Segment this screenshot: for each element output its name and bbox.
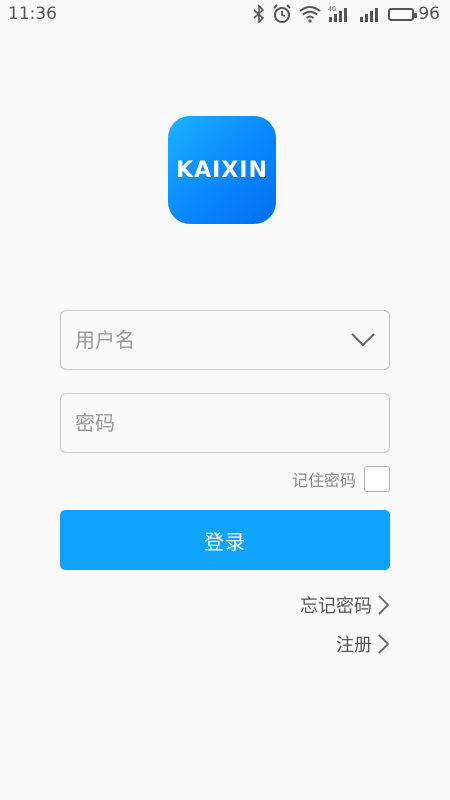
remember-password-label: 记住密码 xyxy=(291,471,356,490)
battery-level: 96 xyxy=(418,4,440,24)
remember-password-checkbox[interactable] xyxy=(364,466,390,492)
alarm-icon xyxy=(272,4,292,24)
chevron-right-icon xyxy=(378,595,390,615)
battery-indicator: 96 xyxy=(388,4,440,24)
app-logo: KAIXIN xyxy=(168,116,276,224)
forgot-password-link[interactable]: 忘记密码 xyxy=(300,590,390,620)
signal-4g-icon: 4G xyxy=(328,5,352,23)
register-link[interactable]: 注册 xyxy=(336,629,390,659)
password-field[interactable] xyxy=(60,393,390,453)
chevron-down-icon[interactable] xyxy=(351,333,375,347)
login-screen: 11:36 4G 96 KAIXIN 用户名 记住密码 登录 忘记密码 注册 xyxy=(0,0,450,800)
register-label: 注册 xyxy=(336,635,372,656)
status-bar: 11:36 4G 96 xyxy=(0,0,450,28)
signal-icon xyxy=(359,5,381,23)
wifi-icon xyxy=(299,5,321,23)
status-time: 11:36 xyxy=(8,4,57,24)
username-input[interactable] xyxy=(75,328,343,352)
battery-icon xyxy=(388,7,418,21)
password-input[interactable] xyxy=(75,411,375,435)
app-logo-text: KAIXIN xyxy=(176,157,268,183)
remember-password-row: 记住密码 xyxy=(60,464,390,494)
status-icons: 4G 96 xyxy=(253,4,440,24)
chevron-right-icon xyxy=(378,634,390,654)
bluetooth-icon xyxy=(253,5,265,23)
login-button[interactable]: 登录 xyxy=(60,510,390,570)
svg-text:4G: 4G xyxy=(328,6,337,13)
username-field[interactable] xyxy=(60,310,390,370)
forgot-password-label: 忘记密码 xyxy=(300,596,372,617)
